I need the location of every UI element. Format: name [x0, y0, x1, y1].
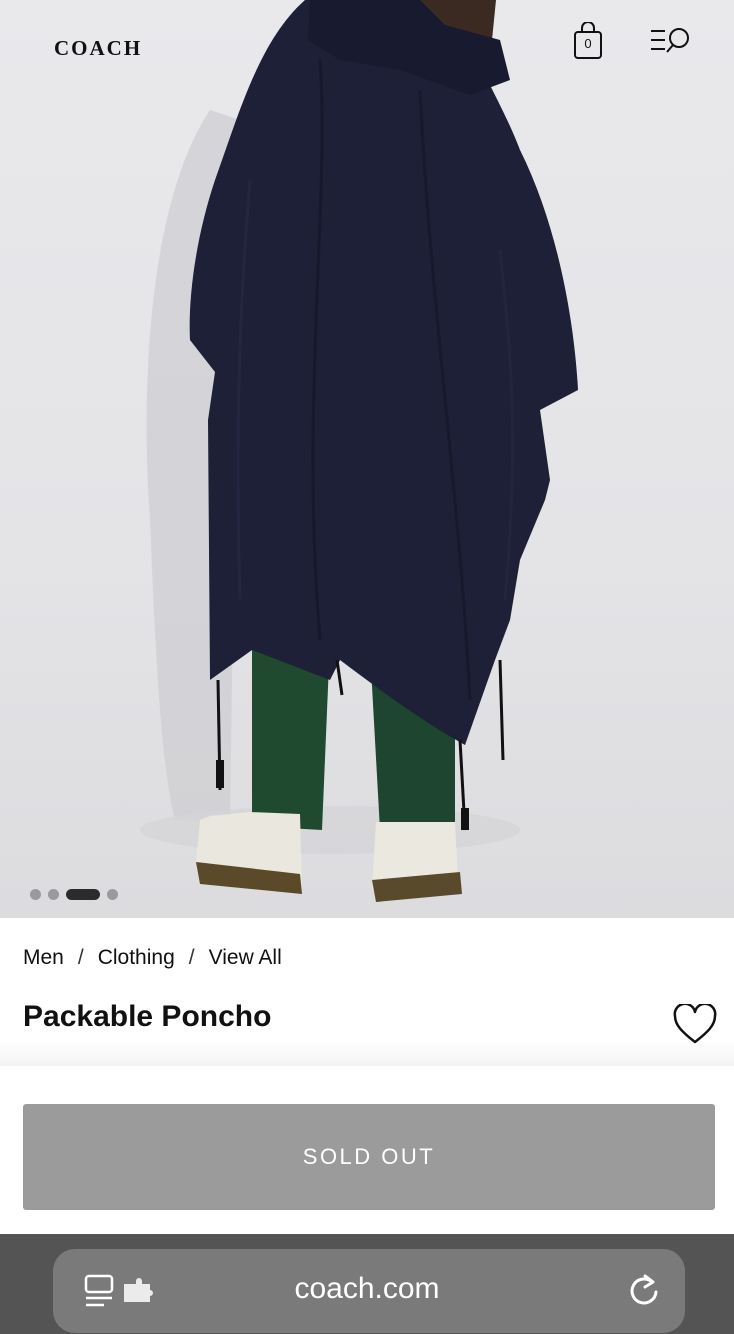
carousel-dot-active[interactable] — [66, 888, 100, 900]
sold-out-button[interactable]: SOLD OUT — [23, 1104, 715, 1210]
bag-count-badge: 0 — [584, 36, 592, 51]
product-title: Packable Poncho — [23, 1000, 272, 1033]
carousel-indicator[interactable] — [30, 887, 118, 901]
carousel-dot[interactable] — [48, 888, 59, 900]
breadcrumb-separator: / — [77, 946, 84, 969]
breadcrumb: Men / Clothing / View All — [23, 946, 282, 970]
breadcrumb-men[interactable]: Men — [23, 946, 64, 970]
shopping-bag-button[interactable]: 0 — [572, 21, 604, 60]
reload-button[interactable] — [626, 1272, 662, 1310]
carousel-dot[interactable] — [107, 888, 118, 900]
breadcrumb-clothing[interactable]: Clothing — [98, 946, 175, 970]
url-text[interactable]: coach.com — [0, 1272, 734, 1306]
product-photo — [140, 0, 578, 902]
carousel-dot[interactable] — [30, 888, 41, 900]
menu-search-icon — [651, 28, 689, 53]
menu-search-button[interactable] — [648, 26, 694, 56]
breadcrumb-view-all[interactable]: View All — [209, 946, 282, 970]
coach-logo[interactable]: COACH — [54, 36, 142, 61]
breadcrumb-separator: / — [188, 946, 195, 969]
product-image[interactable]: COACH 0 — [0, 0, 734, 918]
reload-icon — [630, 1274, 658, 1305]
